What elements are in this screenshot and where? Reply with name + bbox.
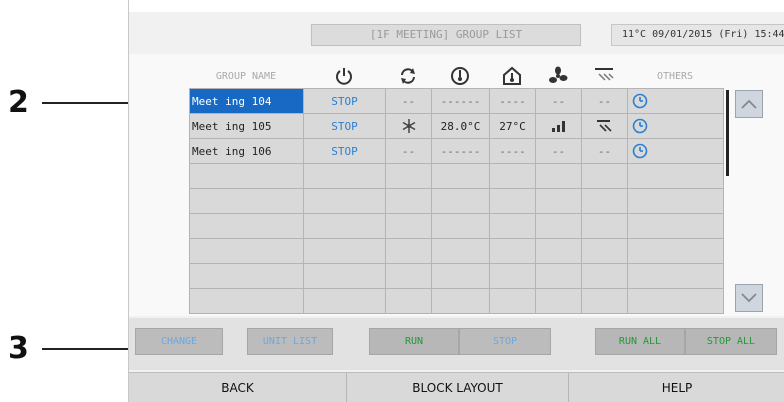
column-headers: GROUP NAME OTHERS [189,64,725,88]
callout-number-3: 3 [8,331,29,366]
fan-cell: -- [535,88,582,114]
operation-button-bar: CHANGE UNIT LIST RUN STOP RUN ALL STOP A… [129,318,784,370]
setpoint-cell: ------ [431,88,490,114]
group-name-cell[interactable]: Meet ing 105 [189,113,304,139]
back-button[interactable]: BACK [129,373,347,402]
help-button[interactable]: HELP [569,373,784,402]
mode-icon [385,64,431,88]
group-name-cell[interactable]: Meet ing 106 [189,138,304,164]
unit-list-button[interactable]: UNIT LIST [247,328,333,355]
fan-cell [535,113,582,139]
empty-row [189,188,724,214]
mode-cell: -- [385,138,432,164]
scroll-down-button[interactable] [735,284,763,312]
fan-cell: -- [535,138,582,164]
chevron-down-icon [741,293,757,303]
group-name-header: GROUP NAME [215,70,277,82]
callout-number-2: 2 [8,85,29,120]
room-temp-cell: 27°C [489,113,536,139]
stop-button[interactable]: STOP [459,328,551,355]
group-list-table: Meet ing 104 STOP -- ------ ---- -- -- M… [189,88,724,314]
empty-row [189,213,724,239]
empty-row [189,238,724,264]
clock-icon [632,118,648,134]
mode-cell: -- [385,88,432,114]
run-button[interactable]: RUN [369,328,459,355]
direction-cell [581,113,628,139]
mode-cell [385,113,432,139]
others-cell [627,138,724,164]
run-all-button[interactable]: RUN ALL [595,328,685,355]
setpoint-cell: ------ [431,138,490,164]
room-temp-cell: ---- [489,138,536,164]
fan-level-icon [551,121,565,132]
direction-cell: -- [581,88,628,114]
others-cell [627,88,724,114]
clock-icon [632,143,648,159]
status-cell: STOP [303,113,386,139]
table-row[interactable]: Meet ing 104 STOP -- ------ ---- -- -- [189,88,724,114]
empty-row [189,288,724,314]
scrollbar[interactable] [726,90,729,176]
room-temperature-icon [489,64,535,88]
snowflake-icon [402,119,415,133]
scroll-up-button[interactable] [735,90,763,118]
power-icon [303,64,385,88]
status-readout: 11°C 09/01/2015 (Fri) 15:44 [611,24,784,46]
stop-all-button[interactable]: STOP ALL [685,328,777,355]
group-name-cell[interactable]: Meet ing 104 [189,88,304,114]
block-layout-button[interactable]: BLOCK LAYOUT [347,373,569,402]
table-row[interactable]: Meet ing 105 STOP 28.0°C 27°C [189,113,724,139]
change-button[interactable]: CHANGE [135,328,223,355]
status-cell: STOP [303,88,386,114]
table-row[interactable]: Meet ing 106 STOP -- ------ ---- -- -- [189,138,724,164]
temperature-icon [431,64,489,88]
status-cell: STOP [303,138,386,164]
air-direction-icon [581,64,627,88]
fan-speed-icon [535,64,581,88]
empty-row [189,163,724,189]
controller-screen: [1F MEETING] GROUP LIST 11°C 09/01/2015 … [128,0,784,402]
louver-icon [596,120,612,132]
others-cell [627,113,724,139]
others-header: OTHERS [656,70,694,82]
setpoint-cell: 28.0°C [431,113,490,139]
chevron-up-icon [741,99,757,109]
empty-row [189,263,724,289]
room-temp-cell: ---- [489,88,536,114]
direction-cell: -- [581,138,628,164]
screen-title: [1F MEETING] GROUP LIST [311,24,581,46]
clock-icon [632,93,648,109]
bottom-navigation: BACK BLOCK LAYOUT HELP [129,372,784,402]
